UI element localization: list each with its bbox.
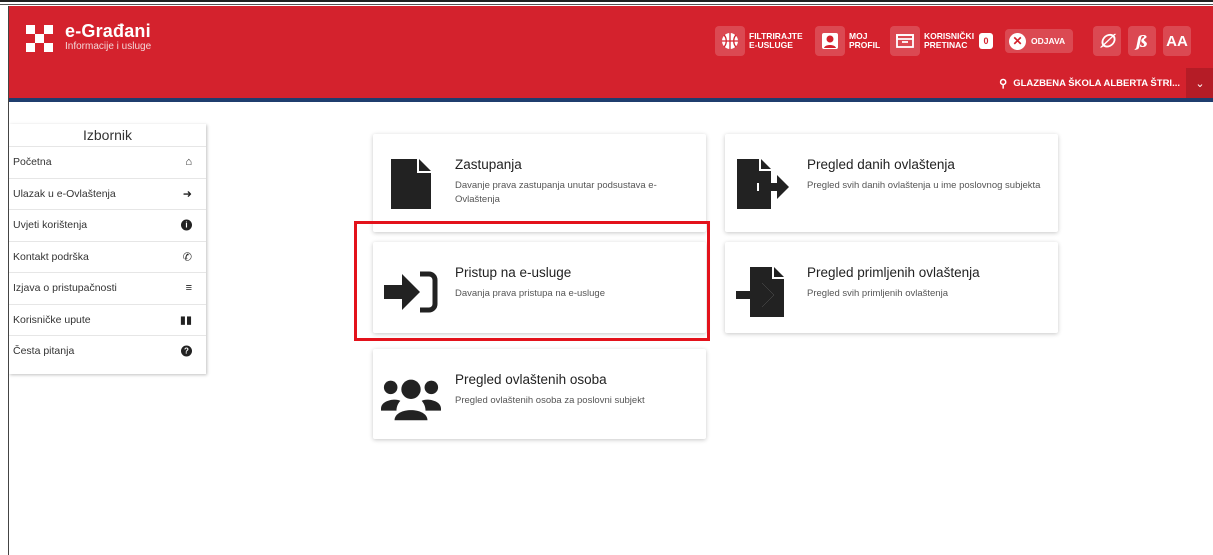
inbox-count-badge: 0 xyxy=(979,33,994,49)
organization-selector[interactable]: ⚲ GLAZBENA ŠKOLA ALBERTA ŠTRI... xyxy=(999,77,1180,90)
home-icon: ⌂ xyxy=(185,156,192,169)
card-title: Zastupanja xyxy=(455,157,522,172)
top-header: e-Građani Informacije i usluge FILTRIRAJ… xyxy=(9,6,1213,68)
sidebar-item-upute[interactable]: Korisničke upute ▮▮ xyxy=(9,303,206,336)
user-inbox-button[interactable]: KORISNIČKI PRETINAC 0 xyxy=(890,26,994,56)
sidebar-item-pitanja[interactable]: Česta pitanja ? xyxy=(9,335,206,367)
logout-label: ODJAVA xyxy=(1031,35,1066,46)
filter-services-button[interactable]: FILTRIRAJTE E-USLUGE xyxy=(715,26,803,56)
sidebar-item-uvjeti[interactable]: Uvjeti korištenja i xyxy=(9,209,206,241)
users-icon xyxy=(381,369,441,429)
card-description: Pregled svih primljenih ovlaštenja xyxy=(807,288,948,299)
sidebar-menu: Izbornik Početna ⌂ Ulazak u e-Ovlaštenja… xyxy=(9,124,206,374)
highlight-box xyxy=(354,221,710,341)
logo-icon[interactable] xyxy=(26,25,53,52)
profile-label-2: PROFIL xyxy=(849,40,881,50)
organization-bar: ⚲ GLAZBENA ŠKOLA ALBERTA ŠTRI... ⌄ xyxy=(9,68,1213,102)
sidebar-item-ulazak[interactable]: Ulazak u e-Ovlaštenja ➜ xyxy=(9,177,206,210)
profile-icon xyxy=(815,26,845,56)
screen-border-top xyxy=(0,0,1213,2)
brand-title: e-Građani xyxy=(65,21,151,41)
card-pregled-primljenih[interactable]: Pregled primljenih ovlaštenja Pregled sv… xyxy=(725,242,1058,333)
sidebar-item-label: Uvjeti korištenja xyxy=(13,219,88,232)
sidebar-item-label: Početna xyxy=(13,156,52,169)
font-size-button[interactable]: AA xyxy=(1163,26,1191,56)
sidebar-item-kontakt[interactable]: Kontakt podrška ✆ xyxy=(9,240,206,273)
brand[interactable]: e-Građani Informacije i usluge xyxy=(65,22,151,54)
sidebar-item-label: Kontakt podrška xyxy=(13,250,89,263)
align-center-icon: ≡ xyxy=(185,282,192,295)
user-icon: ⚲ xyxy=(999,78,1008,90)
file-icon xyxy=(381,154,441,214)
inbox-icon xyxy=(890,26,920,56)
organization-name: GLAZBENA ŠKOLA ALBERTA ŠTRI... xyxy=(1013,78,1180,89)
file-import-icon xyxy=(733,262,793,322)
card-title: Pregled danih ovlaštenja xyxy=(807,157,955,172)
question-icon: ? xyxy=(181,345,192,357)
phone-icon: ✆ xyxy=(182,251,192,264)
book-icon: ▮▮ xyxy=(179,314,192,327)
dyslexia-font-button[interactable]: ß xyxy=(1128,26,1156,56)
sidebar-item-pristupacnost[interactable]: Izjava o pristupačnosti ≡ xyxy=(9,272,206,304)
filter-label-2: E-USLUGE xyxy=(749,40,793,50)
font-size-label: AA xyxy=(1166,32,1188,50)
logout-button[interactable]: ✕ ODJAVA xyxy=(1005,26,1074,56)
chevron-down-icon[interactable]: ⌄ xyxy=(1186,68,1213,98)
basketball-icon xyxy=(715,26,745,56)
card-description: Pregled svih danih ovlaštenja u ime posl… xyxy=(807,180,1041,191)
screen-border-line xyxy=(0,4,1213,5)
eye-slash-icon: ∅ xyxy=(1099,30,1115,51)
card-zastupanja[interactable]: Zastupanja Davanje prava zastupanja unut… xyxy=(373,134,706,232)
card-description: Davanje prava zastupanja unutar podsusta… xyxy=(455,180,657,205)
brand-subtitle: Informacije i usluge xyxy=(65,41,152,52)
dyslexic-font-icon: ß xyxy=(1135,31,1149,51)
close-circle-icon: ✕ xyxy=(1009,32,1026,50)
file-export-icon xyxy=(733,154,793,214)
card-description: Pregled ovlaštenih osoba za poslovni sub… xyxy=(455,395,645,406)
sign-in-icon: ➜ xyxy=(182,188,192,201)
sidebar-item-label: Ulazak u e-Ovlaštenja xyxy=(13,187,116,200)
card-title: Pregled ovlaštenih osoba xyxy=(455,372,607,387)
card-pregled-ovlastenih[interactable]: Pregled ovlaštenih osoba Pregled ovlašte… xyxy=(373,349,706,439)
sidebar-title: Izbornik xyxy=(82,127,133,143)
inbox-label-2: PRETINAC xyxy=(924,40,968,50)
info-icon: i xyxy=(181,219,192,231)
sidebar-item-label: Česta pitanja xyxy=(13,345,75,358)
sidebar-item-pocetna[interactable]: Početna ⌂ xyxy=(9,146,206,178)
sidebar-item-label: Izjava o pristupačnosti xyxy=(13,282,117,295)
hide-visibility-button[interactable]: ∅ xyxy=(1093,26,1121,56)
app-window: e-Građani Informacije i usluge FILTRIRAJ… xyxy=(8,6,1213,555)
sidebar-item-label: Korisničke upute xyxy=(13,313,91,326)
my-profile-button[interactable]: MOJ PROFIL xyxy=(815,26,880,56)
card-pregled-danih[interactable]: Pregled danih ovlaštenja Pregled svih da… xyxy=(725,134,1058,232)
card-title: Pregled primljenih ovlaštenja xyxy=(807,265,980,280)
